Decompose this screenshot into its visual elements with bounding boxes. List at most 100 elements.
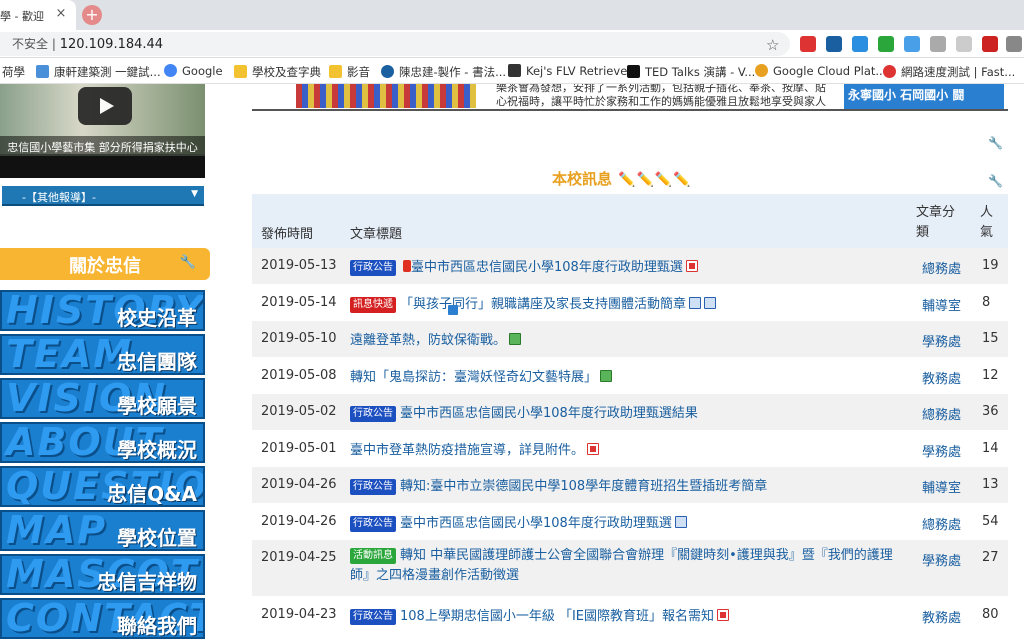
row-title[interactable]: 訊息快遞 「與孩子同行」親職講座及家長支持團體活動簡章: [350, 295, 910, 315]
menu-contact[interactable]: CONTACT 聯絡我們: [0, 598, 205, 639]
row-title-text[interactable]: 轉知 中華民國護理師護士公會全國聯合會辦理『關鍵時刻•護理與我』暨『我們的護理師…: [350, 548, 893, 583]
page-icon: [508, 64, 521, 77]
menu-mascot[interactable]: MASCOT 忠信吉祥物: [0, 554, 205, 595]
document-icon[interactable]: [674, 515, 687, 528]
bookmark-item[interactable]: 網路速度測試 | Fast...: [883, 64, 1015, 80]
about-heading: 關於忠信 🔧: [0, 248, 210, 280]
bookmark-folder[interactable]: 影音: [329, 64, 370, 80]
category-badge: 行政公告: [350, 515, 396, 532]
menu-about[interactable]: ABOUT 學校概況: [0, 422, 205, 463]
row-views: 19: [982, 258, 999, 273]
new-tab-button[interactable]: +: [82, 5, 102, 25]
row-date: 2019-04-23: [261, 607, 337, 622]
table-row: 2019-05-10 遠離登革熱，防蚊保衛戰。 學務處 15: [252, 321, 1008, 358]
bookmark-item[interactable]: Kej's FLV Retriever: [508, 64, 632, 78]
bookmark-item[interactable]: 康軒建築測 一鍵試...: [36, 64, 161, 80]
header-title[interactable]: 文章標題: [350, 223, 402, 242]
featured-image[interactable]: [296, 84, 476, 108]
other-news-dropdown[interactable]: -【其他報導】- ▼: [2, 186, 204, 206]
document-icon[interactable]: [704, 296, 717, 309]
bookmark-folder[interactable]: 學校及查字典: [234, 64, 321, 80]
menu-qa[interactable]: QUESTION忠信Q&A: [0, 466, 205, 507]
bookmark-item[interactable]: 荷學: [2, 64, 25, 80]
row-date: 2019-04-26: [261, 477, 337, 492]
url-text: 120.109.184.44: [59, 37, 164, 52]
close-icon[interactable]: ×: [54, 7, 68, 21]
row-title-text[interactable]: 「與孩子同行」親職講座及家長支持團體活動簡章: [400, 297, 686, 312]
row-category[interactable]: 學務處: [922, 550, 961, 569]
row-category[interactable]: 總務處: [922, 404, 961, 423]
row-title-text[interactable]: 轉知:臺中市立崇德國民中學108學年度體育班招生暨插班考簡章: [400, 479, 767, 494]
row-title-text[interactable]: 臺中市西區忠信國民小學108年度行政助理甄選: [411, 260, 683, 275]
row-date: 2019-05-02: [261, 404, 337, 419]
row-title[interactable]: 遠離登革熱，防蚊保衛戰。: [350, 331, 910, 351]
tag-icon: [448, 304, 458, 315]
play-icon[interactable]: [78, 87, 132, 125]
school-banner[interactable]: 永寧國小 石岡國小 闘: [844, 84, 1004, 110]
header-views[interactable]: 人氣: [980, 203, 998, 243]
image-icon[interactable]: [600, 369, 613, 382]
video-caption: 忠信國小學藝市集 部分所得捐家扶中心: [0, 136, 205, 156]
cloud-icon[interactable]: [904, 36, 920, 52]
row-title[interactable]: 轉知「鬼島探訪：臺灣妖怪奇幻文藝特展」: [350, 368, 910, 388]
download-icon[interactable]: [826, 36, 842, 52]
drive-icon[interactable]: [930, 36, 946, 52]
row-category[interactable]: 學務處: [922, 441, 961, 460]
alert-icon: [403, 260, 411, 272]
pdf-icon[interactable]: [717, 609, 729, 621]
wrench-icon[interactable]: 🔧: [988, 174, 1003, 188]
header-date[interactable]: 發佈時間: [261, 223, 313, 242]
extension-icon[interactable]: [800, 36, 816, 52]
bookmark-star-icon[interactable]: ☆: [766, 36, 779, 54]
row-title-text[interactable]: 遠離登革熱，防蚊保衛戰。: [350, 333, 506, 348]
wrench-icon[interactable]: 🔧: [180, 255, 196, 270]
row-category[interactable]: 教務處: [922, 607, 961, 626]
url-field[interactable]: 不安全 | 120.109.184.44 ☆: [0, 32, 790, 56]
row-title-text[interactable]: 108上學期忠信國小一年級 「IE國際教育班」報名需知: [400, 609, 714, 624]
video-player[interactable]: 忠信國小學藝市集 部分所得捐家扶中心: [0, 84, 205, 178]
menu-history[interactable]: HISTORY 校史沿革: [0, 290, 205, 331]
row-views: 15: [982, 331, 999, 346]
category-badge: 行政公告: [350, 260, 396, 276]
document-icon[interactable]: [689, 296, 702, 309]
video-controls: [0, 156, 205, 178]
row-category[interactable]: 總務處: [922, 258, 961, 277]
row-category[interactable]: 教務處: [922, 368, 961, 387]
pdf-icon[interactable]: [685, 260, 698, 272]
row-title[interactable]: 行政公告 108上學期忠信國小一年級 「IE國際教育班」報名需知: [350, 607, 910, 627]
row-category[interactable]: 輔導室: [922, 295, 961, 314]
header-category[interactable]: 文章分類: [916, 203, 958, 243]
table-row: 2019-04-26 行政公告 臺中市西區忠信國民小學108年度行政助理甄選 總務處 5…: [252, 503, 1008, 540]
row-title-text[interactable]: 轉知「鬼島探訪：臺灣妖怪奇幻文藝特展」: [350, 370, 597, 385]
image-icon[interactable]: [509, 333, 522, 345]
menu-team[interactable]: TEAM 忠信團隊: [0, 334, 205, 375]
row-category[interactable]: 輔導室: [922, 477, 961, 496]
row-title[interactable]: 行政公告 臺中市西區忠信國民小學108年度行政助理甄選: [350, 258, 910, 278]
row-title[interactable]: 行政公告 臺中市西區忠信國民小學108年度行政助理甄選: [350, 514, 910, 534]
pdf-icon[interactable]: [587, 442, 600, 455]
row-title[interactable]: 行政公告 轉知:臺中市立崇德國民中學108學年度體育班招生暨插班考簡章: [350, 477, 910, 497]
menu-icon[interactable]: [1006, 36, 1022, 52]
row-title-text[interactable]: 臺中市登革熱防疫措施宣導，詳見附件。: [350, 443, 584, 458]
pdf-extension-icon[interactable]: [982, 36, 998, 52]
main-column: 樂茶會為發想，安排了一系列活動，包括親子插花、奉茶、按摩、貼心祝福時，讓平時忙於…: [252, 84, 1008, 644]
bookmark-item[interactable]: 陳忠建-製作 - 書法...: [381, 64, 506, 80]
dropbox-icon[interactable]: [852, 36, 868, 52]
extension-icon[interactable]: [956, 36, 972, 52]
row-title[interactable]: 行政公告 臺中市西區忠信國民小學108年度行政助理甄選結果: [350, 404, 910, 424]
browser-tab[interactable]: 學 - 歡迎 ×: [0, 0, 76, 30]
evernote-icon[interactable]: [878, 36, 894, 52]
menu-map[interactable]: MAP 學校位置: [0, 510, 205, 551]
row-title-text[interactable]: 臺中市西區忠信國民小學108年度行政助理甄選結果: [400, 406, 698, 421]
row-title[interactable]: 活動訊息 轉知 中華民國護理師護士公會全國聯合會辦理『關鍵時刻•護理與我』暨『我們…: [350, 546, 910, 586]
row-category[interactable]: 總務處: [922, 514, 961, 533]
row-title-text[interactable]: 臺中市西區忠信國民小學108年度行政助理甄選: [400, 516, 672, 531]
wrench-icon[interactable]: 🔧: [988, 136, 1003, 150]
category-badge: 行政公告: [350, 406, 396, 422]
bookmark-item[interactable]: TED Talks 演講 - V...: [627, 64, 755, 80]
row-category[interactable]: 學務處: [922, 331, 961, 350]
row-title[interactable]: 臺中市登革熱防疫措施宣導，詳見附件。: [350, 441, 910, 461]
bookmark-item[interactable]: Google Cloud Plat...: [755, 64, 886, 78]
menu-vision[interactable]: VISION 學校願景: [0, 378, 205, 419]
bookmark-item[interactable]: Google: [164, 64, 223, 78]
